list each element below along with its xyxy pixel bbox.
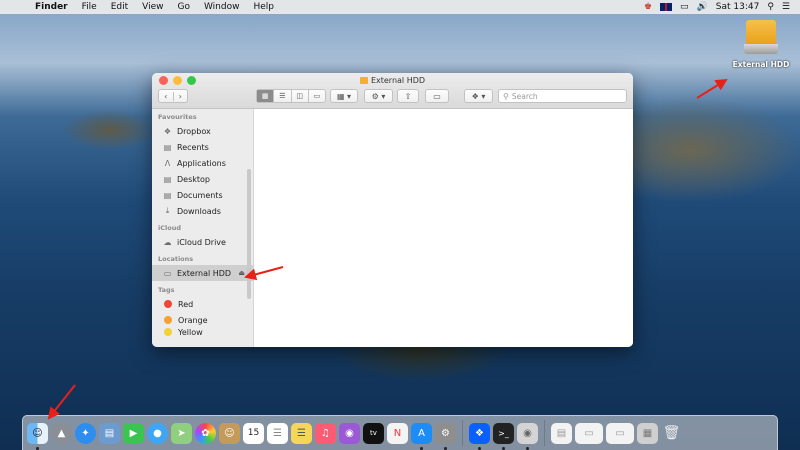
applications-icon: Λ: [164, 158, 171, 168]
sidebar-item-recents[interactable]: ▤ Recents: [152, 139, 253, 155]
tag-red-dot-icon: [164, 300, 172, 308]
sidebar-item-documents[interactable]: ▤ Documents: [152, 187, 253, 203]
menu-clock[interactable]: Sat 13:47: [716, 2, 760, 12]
desktop-drive-label: External HDD: [732, 60, 790, 69]
search-icon: ⚲: [503, 91, 509, 101]
contacts-icon[interactable]: ☺: [219, 422, 240, 444]
desktop-icon: ▤: [163, 174, 172, 184]
safari-icon[interactable]: ✦: [75, 422, 96, 444]
dock: ☺ ▲ ✦ ▤ ▶ ● ➤ ✿ ☺ 15 ☰ ☰ ♫ ◉ tv N A ⚙ ❖ …: [22, 415, 778, 450]
sidebar-section-tags: Tags: [158, 286, 175, 294]
arrow-to-finder-dock: [47, 384, 76, 420]
back-button[interactable]: ‹: [159, 91, 174, 101]
launchpad-icon[interactable]: ▲: [51, 422, 72, 444]
music-icon[interactable]: ♫: [315, 422, 336, 444]
cloud-icon: ☁: [163, 237, 172, 247]
sidebar-tag-yellow[interactable]: Yellow: [152, 328, 253, 337]
window-thumbnail-icon[interactable]: ▭: [606, 422, 634, 444]
dropbox-icon: ❖: [163, 126, 172, 136]
group-button[interactable]: ▦ ▾: [330, 89, 358, 103]
notes-icon[interactable]: ☰: [291, 422, 312, 444]
input-flag-icon[interactable]: [660, 3, 673, 11]
news-icon[interactable]: N: [387, 422, 408, 444]
downloads-stack-icon[interactable]: ▦: [637, 422, 658, 444]
arrow-to-desktop-drive: [696, 78, 728, 99]
finder-window: External HDD ‹ › ▦ ☰ ◫ ▭ ▦ ▾ ⚙ ▾ ⇧ ▭ ❖ ▾…: [152, 73, 633, 347]
sidebar-section-icloud: iCloud: [158, 224, 181, 232]
volume-icon[interactable]: 🔊: [697, 2, 708, 12]
user-switch-icon[interactable]: ♚: [644, 2, 652, 12]
menu-window[interactable]: Window: [197, 2, 247, 12]
airplay-display-icon[interactable]: ▭: [680, 2, 689, 12]
messages-icon[interactable]: ●: [147, 422, 168, 444]
sidebar-section-locations: Locations: [158, 255, 194, 263]
photos-icon[interactable]: ✿: [195, 422, 216, 444]
recents-icon: ▤: [163, 142, 172, 152]
share-button[interactable]: ⇧: [397, 89, 419, 103]
search-placeholder: Search: [511, 91, 538, 101]
calendar-icon[interactable]: 15: [243, 422, 264, 444]
menu-bar: Finder File Edit View Go Window Help ♚ ▭…: [0, 0, 800, 14]
podcasts-icon[interactable]: ◉: [339, 422, 360, 444]
view-mode-control: ▦ ☰ ◫ ▭: [256, 89, 326, 103]
window-title: External HDD: [152, 76, 633, 85]
window-thumbnail-icon[interactable]: ▭: [575, 422, 603, 444]
drive-icon: ▭: [163, 268, 172, 278]
menu-file[interactable]: File: [75, 2, 104, 12]
forward-button[interactable]: ›: [174, 92, 188, 101]
sidebar-tag-orange[interactable]: Orange: [152, 312, 253, 328]
tag-yellow-dot-icon: [164, 328, 172, 336]
sidebar-item-desktop[interactable]: ▤ Desktop: [152, 171, 253, 187]
system-preferences-icon[interactable]: ⚙: [435, 422, 456, 450]
search-icon[interactable]: ⚲: [767, 2, 774, 12]
gallery-view-button[interactable]: ▭: [307, 90, 325, 102]
sidebar-section-favourites: Favourites: [158, 113, 197, 121]
trash-icon[interactable]: 🗑: [661, 423, 682, 444]
sidebar-scrollbar[interactable]: [247, 169, 251, 299]
control-menu-icon[interactable]: ☰: [782, 2, 790, 12]
file-browser-area[interactable]: [254, 109, 633, 347]
dock-separator: [462, 420, 463, 446]
external-drive-icon: [744, 20, 778, 56]
preview-icon[interactable]: ▤: [99, 422, 120, 444]
menu-go[interactable]: Go: [170, 2, 196, 12]
app-store-icon[interactable]: A: [411, 422, 432, 450]
action-gear-button[interactable]: ⚙ ▾: [364, 89, 393, 103]
downloads-icon: ⤓: [165, 206, 170, 215]
document-thumbnail-icon[interactable]: ▤: [551, 422, 572, 444]
sidebar: Favourites ❖ Dropbox ▤ Recents Λ Applica…: [152, 109, 254, 347]
menu-view[interactable]: View: [135, 2, 170, 12]
sidebar-item-icloud-drive[interactable]: ☁ iCloud Drive: [152, 234, 253, 250]
maps-icon[interactable]: ➤: [171, 422, 192, 444]
list-view-button[interactable]: ☰: [273, 90, 290, 102]
sidebar-item-applications[interactable]: Λ Applications: [152, 155, 253, 171]
menu-app-name[interactable]: Finder: [28, 2, 75, 12]
disk-utility-icon[interactable]: ◉: [517, 422, 538, 450]
finder-icon[interactable]: ☺: [27, 422, 48, 450]
reminders-icon[interactable]: ☰: [267, 422, 288, 444]
facetime-icon[interactable]: ▶: [123, 422, 144, 444]
documents-icon: ▤: [163, 190, 172, 200]
apple-tv-icon[interactable]: tv: [363, 422, 384, 444]
eject-icon[interactable]: ⏏: [238, 269, 245, 277]
search-field[interactable]: ⚲ Search: [498, 89, 627, 103]
desktop-drive[interactable]: External HDD: [731, 20, 791, 69]
tag-button[interactable]: ▭: [425, 89, 449, 103]
tag-orange-dot-icon: [164, 316, 172, 324]
dropbox-app-icon[interactable]: ❖: [469, 422, 490, 450]
icon-view-button[interactable]: ▦: [257, 90, 274, 102]
dock-separator: [544, 420, 545, 446]
column-view-button[interactable]: ◫: [290, 90, 308, 102]
window-titlebar[interactable]: External HDD ‹ › ▦ ☰ ◫ ▭ ▦ ▾ ⚙ ▾ ⇧ ▭ ❖ ▾…: [152, 73, 633, 109]
terminal-icon[interactable]: >_: [493, 422, 514, 450]
sidebar-item-external-hdd[interactable]: ▭ External HDD ⏏: [152, 265, 253, 281]
sidebar-tag-red[interactable]: Red: [152, 296, 253, 312]
menu-edit[interactable]: Edit: [104, 2, 135, 12]
dropbox-toolbar-button[interactable]: ❖ ▾: [464, 89, 493, 103]
back-forward-control: ‹ ›: [158, 89, 188, 103]
title-drive-icon: [359, 77, 368, 84]
menu-help[interactable]: Help: [246, 2, 281, 12]
sidebar-item-downloads[interactable]: ⤓ Downloads: [152, 203, 253, 219]
sidebar-item-dropbox[interactable]: ❖ Dropbox: [152, 123, 253, 139]
